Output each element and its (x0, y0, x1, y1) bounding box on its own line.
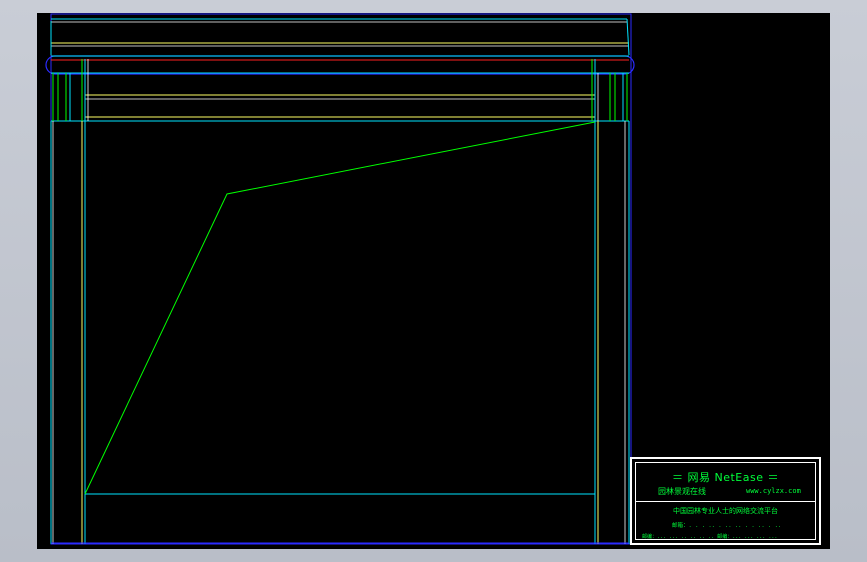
platform-label: 中国园林专业人士的网络交流平台 (673, 507, 778, 515)
slope-polyline (84, 121, 596, 495)
cad-drawing-viewport[interactable]: ＝ 网易 NetEase ＝ 园林景观在线 www.cylzx.com 中国园林… (37, 13, 830, 549)
email-line: 邮箱：. . . .. . .. .. . . .. . .. (672, 523, 782, 529)
right-column (591, 59, 630, 544)
title-block-inner: ＝ 网易 NetEase ＝ 园林景观在线 www.cylzx.com 中国园林… (635, 462, 816, 540)
left-column (50, 59, 89, 544)
title-block: ＝ 网易 NetEase ＝ 园林景观在线 www.cylzx.com 中国园林… (630, 457, 821, 545)
drawing-border (50, 13, 632, 545)
title-divider (636, 501, 815, 502)
mail-line: 邮编：... ... .. .. .. .. 邮编：... ... ... ..… (642, 534, 778, 540)
brand-label: ＝ 网易 NetEase ＝ (672, 471, 779, 484)
site-label: www.cylzx.com (746, 487, 801, 495)
subtitle-label: 园林景观在线 (658, 487, 706, 496)
cornice-right-edge (626, 18, 630, 56)
molding-band (45, 55, 635, 75)
